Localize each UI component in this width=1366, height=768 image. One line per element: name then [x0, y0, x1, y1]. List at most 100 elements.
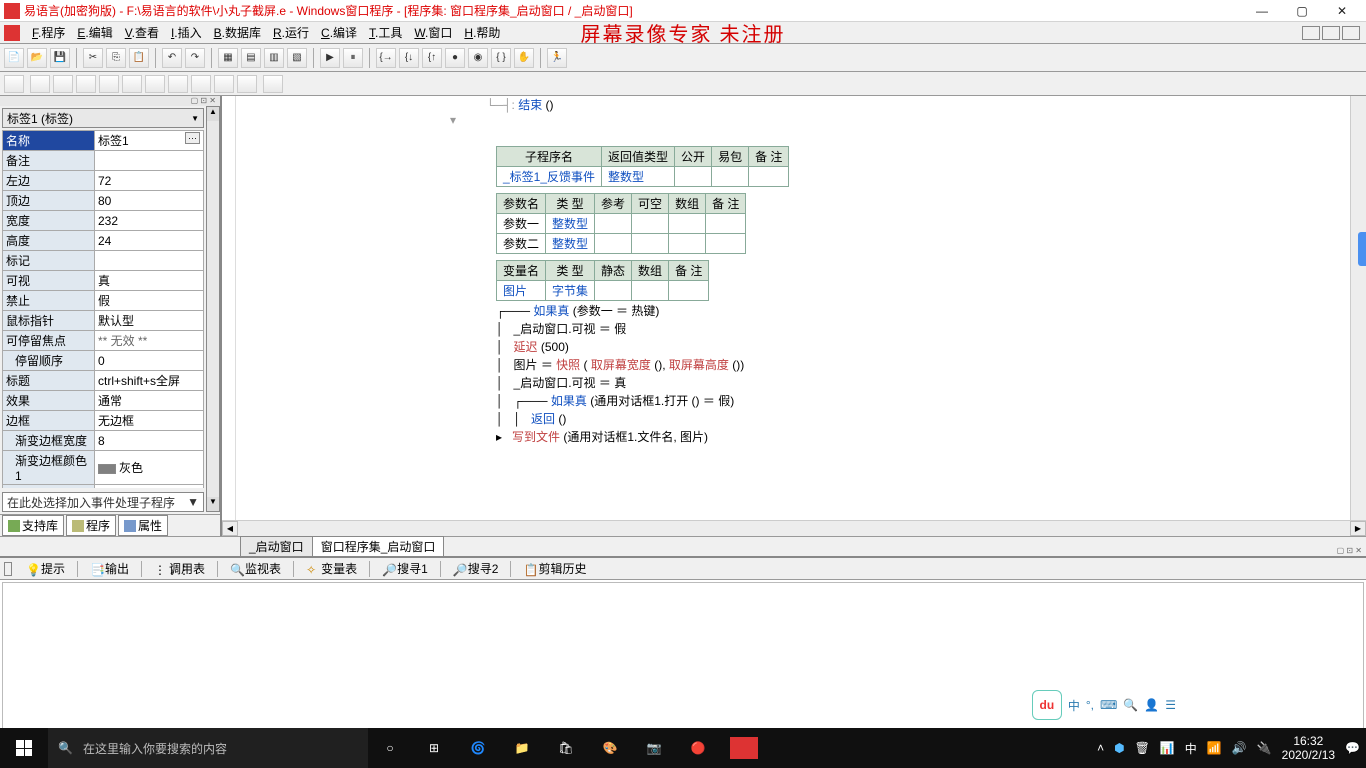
prop-key[interactable]: 边框 [3, 411, 95, 431]
scroll-down-icon[interactable]: ▼ [207, 497, 219, 511]
al3-icon[interactable] [76, 75, 96, 93]
output-dock-controls[interactable]: ▢ ⊡ ✕ [1337, 546, 1362, 555]
output-tab-clip[interactable]: 📋剪辑历史 [517, 559, 592, 578]
output-tab-vars[interactable]: ✧变量表 [300, 559, 363, 578]
prop-key[interactable]: 可停留焦点 [3, 331, 95, 351]
minimize-button[interactable]: — [1242, 1, 1282, 21]
tray-clock[interactable]: 16:32 2020/2/13 [1282, 734, 1335, 762]
hand-icon[interactable]: ✋ [514, 48, 534, 68]
output-tab-hint[interactable]: 💡提示 [20, 559, 71, 578]
layout2-icon[interactable]: ▤ [241, 48, 261, 68]
editor-tab-winprocset[interactable]: 窗口程序集_启动窗口 [312, 536, 445, 556]
taskbar-search[interactable]: 🔍 在这里输入你要搜索的内容 [48, 728, 368, 768]
redo-icon[interactable]: ↷ [185, 48, 205, 68]
panel-grip-icon[interactable] [4, 562, 12, 576]
prop-key[interactable]: 禁止 [3, 291, 95, 311]
ime-punct[interactable]: °, [1086, 698, 1094, 712]
prop-key[interactable]: 高度 [3, 231, 95, 251]
output-tab-watch[interactable]: 🔍监视表 [224, 559, 287, 578]
app-store-icon[interactable]: 🛍 [554, 736, 578, 760]
tray-battery-icon[interactable]: 🔌 [1257, 741, 1272, 755]
layout1-icon[interactable]: ▦ [218, 48, 238, 68]
paste-icon[interactable]: 📋 [129, 48, 149, 68]
undo-icon[interactable]: ↶ [162, 48, 182, 68]
prop-value[interactable]: 标签1··· [95, 131, 204, 151]
start-button[interactable] [0, 728, 48, 768]
menu-W.窗口[interactable]: W.窗口 [408, 26, 458, 40]
al6-icon[interactable] [145, 75, 165, 93]
mdi-max-button[interactable] [1322, 26, 1340, 40]
app-spiral-icon[interactable]: 🌀 [466, 736, 490, 760]
pause-icon[interactable]: ⏸ [343, 48, 363, 68]
al7-icon[interactable] [168, 75, 188, 93]
app-elang-icon[interactable] [730, 737, 758, 759]
prop-key[interactable]: 宽度 [3, 211, 95, 231]
layout3-icon[interactable]: ▥ [264, 48, 284, 68]
layout4-icon[interactable]: ▧ [287, 48, 307, 68]
menu-H.帮助[interactable]: H.帮助 [458, 26, 506, 40]
app-color-icon[interactable]: 🔴 [686, 736, 710, 760]
al2-icon[interactable] [53, 75, 73, 93]
code-editor[interactable]: └─┤: 结束 () ▾ 子程序名返回值类型公开易包备 注 _标签1_反馈事件整… [222, 96, 1366, 536]
prop-key[interactable]: 鼠标指针 [3, 311, 95, 331]
code-hscroll[interactable]: ◀▶ [222, 520, 1366, 536]
menu-F.程序[interactable]: F.程序 [26, 26, 71, 40]
al11-icon[interactable] [263, 75, 283, 93]
cortana-icon[interactable]: ○ [378, 736, 402, 760]
prop-value[interactable]: 72 [95, 171, 204, 191]
al8-icon[interactable] [191, 75, 211, 93]
prop-scrollbar[interactable]: ▲ ▼ [206, 106, 220, 512]
property-grid[interactable]: 名称标签1···备注左边72顶边80宽度232高度24标记可视真禁止假鼠标指针默… [2, 130, 204, 488]
prop-key[interactable]: 标题 [3, 371, 95, 391]
code-vscroll[interactable] [1350, 96, 1366, 520]
prop-key[interactable]: 标记 [3, 251, 95, 271]
al4-icon[interactable] [99, 75, 119, 93]
editor-tab-start-window[interactable]: _启动窗口 [240, 536, 313, 556]
step3-icon[interactable]: {↑ [422, 48, 442, 68]
step1-icon[interactable]: {→ [376, 48, 396, 68]
copy-icon[interactable]: ⎘ [106, 48, 126, 68]
ime-user-icon[interactable]: 👤 [1144, 698, 1159, 712]
tab-support-lib[interactable]: 支持库 [2, 515, 64, 536]
prop-value[interactable]: 80 [95, 191, 204, 211]
prop-key[interactable]: 渐变边框宽度 [3, 431, 95, 451]
output-tab-find2[interactable]: 🔎搜寻2 [447, 559, 505, 578]
app-camera-icon[interactable]: 📷 [642, 736, 666, 760]
open-icon[interactable]: 📂 [27, 48, 47, 68]
prop-key[interactable]: 可视 [3, 271, 95, 291]
maximize-button[interactable]: ▢ [1282, 1, 1322, 21]
tab-program[interactable]: 程序 [66, 515, 116, 536]
prop-key[interactable]: 左边 [3, 171, 95, 191]
tray-drive-icon[interactable]: 🗑 [1135, 741, 1150, 755]
prop-key[interactable]: 备注 [3, 151, 95, 171]
ime-kb-icon[interactable]: ⌨ [1100, 698, 1117, 712]
prop-value[interactable]: 白色 [95, 485, 204, 489]
step2-icon[interactable]: {↓ [399, 48, 419, 68]
bp1-icon[interactable]: ● [445, 48, 465, 68]
prop-value[interactable]: 假 [95, 291, 204, 311]
tray-chevron-icon[interactable]: ˄ [1097, 741, 1104, 755]
prop-value[interactable]: 24 [95, 231, 204, 251]
ime-float-bar[interactable]: du 中 °, ⌨ 🔍 👤 ☰ [1032, 690, 1176, 720]
ime-lang[interactable]: 中 [1068, 697, 1080, 714]
tray-sync-icon[interactable]: ⬢ [1114, 741, 1124, 755]
tray-notifications-icon[interactable]: 💬 [1345, 741, 1360, 755]
prop-value[interactable]: 灰色 [95, 451, 204, 485]
prop-value[interactable]: ** 无效 ** [95, 331, 204, 351]
tray-wifi-icon[interactable]: 📶 [1207, 741, 1222, 755]
tab-properties[interactable]: 属性 [118, 515, 168, 536]
cut-icon[interactable]: ✂ [83, 48, 103, 68]
panel-dock-controls[interactable]: ▢ ⊡ ✕ [0, 96, 220, 106]
prop-value[interactable]: 0 [95, 351, 204, 371]
menu-E.编辑[interactable]: E.编辑 [71, 26, 118, 40]
prop-value[interactable] [95, 151, 204, 171]
prop-value[interactable]: 默认型 [95, 311, 204, 331]
menu-B.数据库[interactable]: B.数据库 [208, 26, 267, 40]
prop-value[interactable]: 通常 [95, 391, 204, 411]
ime-menu-icon[interactable]: ☰ [1165, 698, 1176, 712]
event-selector[interactable]: 在此处选择加入事件处理子程序 ▼ [2, 492, 204, 512]
output-tab-callstack[interactable]: ⋮⋮⋮调用表 [148, 559, 211, 578]
save-icon[interactable]: 💾 [50, 48, 70, 68]
prop-key[interactable]: 顶边 [3, 191, 95, 211]
scroll-up-icon[interactable]: ▲ [207, 107, 219, 121]
